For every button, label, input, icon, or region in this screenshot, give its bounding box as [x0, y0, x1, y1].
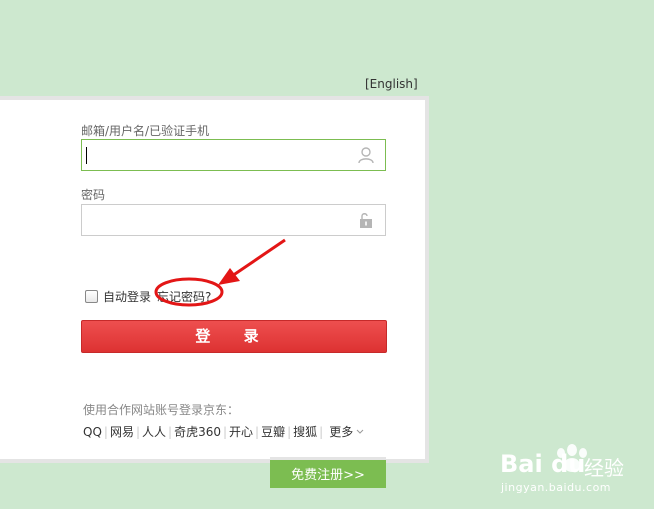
auto-login-label: 自动登录 — [103, 290, 152, 304]
partner-sohu[interactable]: 搜狐 — [291, 423, 319, 440]
watermark-cn: 经验 — [584, 456, 624, 480]
chevron-down-icon — [356, 429, 364, 434]
register-button[interactable]: 免费注册>> — [270, 457, 386, 488]
partner-qq[interactable]: QQ — [83, 425, 104, 439]
login-button[interactable]: 登 录 — [81, 320, 387, 353]
partner-login-title: 使用合作网站账号登录京东： — [83, 403, 240, 417]
watermark-brand: Bai du — [500, 450, 586, 478]
partner-netease[interactable]: 网易 — [108, 423, 136, 440]
username-input[interactable] — [82, 140, 354, 170]
partner-qihoo360[interactable]: 奇虎360 — [172, 423, 223, 440]
password-input[interactable] — [82, 205, 354, 235]
divider: | — [319, 424, 324, 439]
partner-kaixin[interactable]: 开心 — [227, 423, 255, 440]
partner-login-list: QQ | 网易 | 人人 | 奇虎360 | 开心 | 豆瓣 | 搜狐 | 更多 — [83, 423, 364, 440]
checkbox-box[interactable] — [85, 290, 98, 303]
password-label: 密码 — [81, 188, 106, 202]
username-label: 邮箱/用户名/已验证手机 — [81, 124, 210, 138]
english-link[interactable]: [English] — [365, 77, 418, 91]
forgot-password-link[interactable]: 忘记密码? — [157, 288, 211, 305]
partner-renren[interactable]: 人人 — [140, 423, 168, 440]
more-partners-toggle[interactable]: 更多 — [329, 423, 364, 440]
login-panel: 邮箱/用户名/已验证手机 密码 自动登录 忘记密码? 登 录 使用合作网站账号登… — [0, 96, 429, 463]
username-field-wrapper — [81, 139, 386, 171]
watermark-url: jingyan.baidu.com — [501, 481, 612, 494]
password-field-wrapper — [81, 204, 386, 236]
auto-login-checkbox[interactable]: 自动登录 — [85, 288, 151, 305]
text-caret — [86, 147, 87, 164]
user-icon — [358, 147, 374, 164]
lock-icon — [360, 213, 372, 228]
partner-douban[interactable]: 豆瓣 — [259, 423, 287, 440]
more-label: 更多 — [329, 425, 354, 439]
